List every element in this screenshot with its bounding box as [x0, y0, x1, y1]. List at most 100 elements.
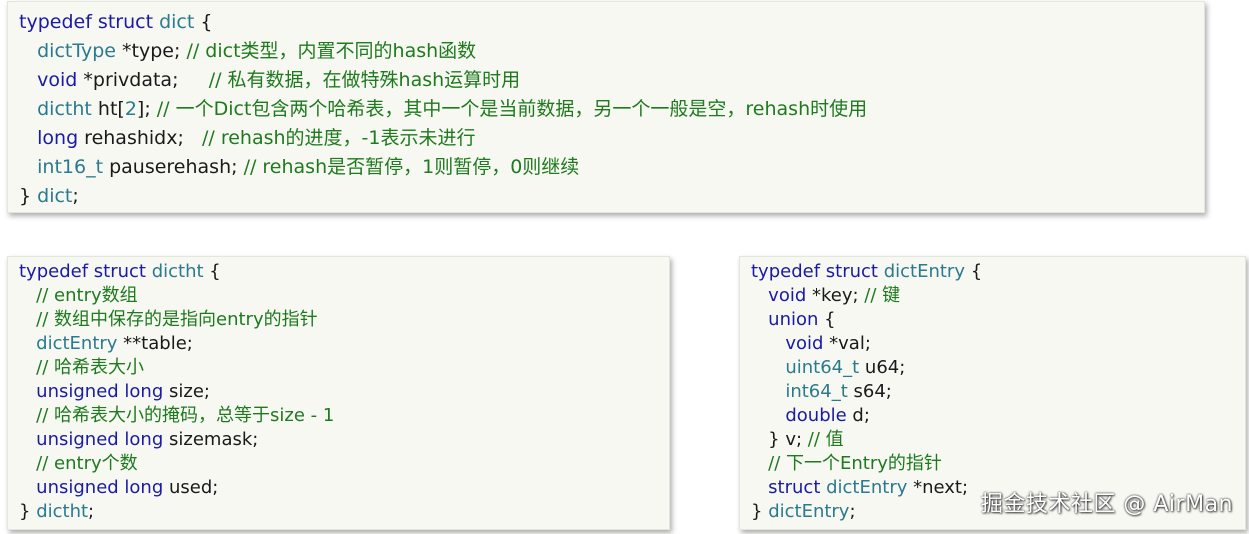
code-token: dict [159, 11, 195, 33]
code-token: // entry个数 [36, 453, 138, 474]
code-token: // rehash的进度，-1表示未进行 [202, 127, 476, 149]
code-token: int16_t [37, 156, 104, 178]
code-token: dictht [151, 261, 204, 282]
code-token: dictEntry [36, 333, 118, 354]
code-token: u64; [859, 357, 906, 378]
code-token: unsigned long [36, 429, 164, 450]
code-token: int64_t [785, 381, 848, 402]
code-token: dictEntry [883, 261, 965, 282]
code-token: dictht [37, 98, 92, 120]
code-token: long [37, 127, 79, 149]
code-token: void [37, 69, 78, 91]
watermark: 掘金技术社区 @ AirMan [980, 492, 1233, 517]
code-line: } dictEntry; [751, 500, 982, 524]
code-line: union { [751, 308, 982, 332]
code-token: ht[ [91, 98, 125, 120]
code-token: dict [37, 185, 73, 207]
code-token: sizemask; [163, 429, 259, 450]
code-text: typedef struct dictht { // entry数组 // 数组… [19, 260, 334, 524]
code-token: typedef struct [19, 11, 160, 33]
code-line: double d; [751, 404, 982, 428]
code-token: // 一个Dict包含两个哈希表，其中一个是当前数据，另一个一般是空，rehas… [156, 98, 868, 120]
code-token: 2 [124, 98, 137, 120]
code-line: int16_t pauserehash; // rehash是否暂停，1则暂停，… [19, 153, 867, 182]
code-line: unsigned long sizemask; [19, 428, 334, 452]
code-line: struct dictEntry *next; [751, 476, 982, 500]
code-token: double [785, 405, 847, 426]
code-token: *val; [823, 333, 871, 354]
code-token: struct [768, 477, 827, 498]
code-line: void *key; // 键 [751, 284, 982, 308]
code-token: } [751, 501, 769, 522]
code-line: void *val; [751, 332, 982, 356]
code-line: long rehashidx; // rehash的进度，-1表示未进行 [19, 124, 867, 153]
code-line: } v; // 值 [751, 428, 982, 452]
code-token: ; [849, 501, 856, 522]
code-token: } v; [751, 429, 808, 450]
code-token: dictEntry [768, 501, 850, 522]
code-line: dictht ht[2]; // 一个Dict包含两个哈希表，其中一个是当前数据… [19, 95, 867, 124]
code-token: dictType [37, 40, 117, 62]
code-line: // 哈希表大小的掩码，总等于size - 1 [19, 404, 334, 428]
code-line: unsigned long used; [19, 476, 334, 500]
code-token: dictht [36, 501, 89, 522]
code-token: { [818, 309, 836, 330]
code-token: // rehash是否暂停，1则暂停，0则继续 [243, 156, 580, 178]
code-block-dictht: typedef struct dictht { // entry数组 // 数组… [7, 256, 670, 530]
code-token: unsigned long [36, 381, 164, 402]
code-token: // dict类型，内置不同的hash函数 [186, 40, 477, 62]
code-token: unsigned long [36, 477, 164, 498]
code-token: rehashidx; [78, 127, 202, 149]
code-token: // 值 [807, 429, 844, 450]
code-token: ]; [136, 98, 157, 120]
code-line: // entry个数 [19, 452, 334, 476]
code-token: // entry数组 [36, 285, 138, 306]
code-token: } [19, 185, 38, 207]
code-token: *privdata; [77, 69, 209, 91]
code-token: void [768, 285, 807, 306]
code-token: { [964, 261, 983, 282]
code-token: ; [88, 501, 95, 522]
code-token: // 哈希表大小 [36, 357, 145, 378]
code-token: uint64_t [785, 357, 860, 378]
code-token: *type; [116, 40, 187, 62]
code-token: size; [163, 381, 210, 402]
code-token: dictEntry [826, 477, 908, 498]
code-line: dictType *type; // dict类型，内置不同的hash函数 [19, 37, 867, 66]
code-line: typedef struct dictEntry { [751, 260, 982, 284]
code-line: // 哈希表大小 [19, 356, 334, 380]
code-token: { [194, 11, 213, 33]
code-token: // 键 [864, 285, 901, 306]
code-text: typedef struct dictEntry { void *key; //… [751, 260, 982, 524]
code-token: { [203, 261, 221, 282]
code-token: ; [72, 185, 79, 207]
code-token: typedef struct [751, 261, 884, 282]
code-token: pauserehash; [103, 156, 244, 178]
code-line: } dictht; [19, 500, 334, 524]
code-line: unsigned long size; [19, 380, 334, 404]
code-line: int64_t s64; [751, 380, 982, 404]
code-token: // 哈希表大小的掩码，总等于size - 1 [36, 405, 335, 426]
code-block-dict: typedef struct dict { dictType *type; //… [7, 1, 1205, 213]
code-token: union [768, 309, 819, 330]
code-line: // 数组中保存的是指向entry的指针 [19, 308, 334, 332]
code-token: // 私有数据，在做特殊hash运算时用 [208, 69, 521, 91]
